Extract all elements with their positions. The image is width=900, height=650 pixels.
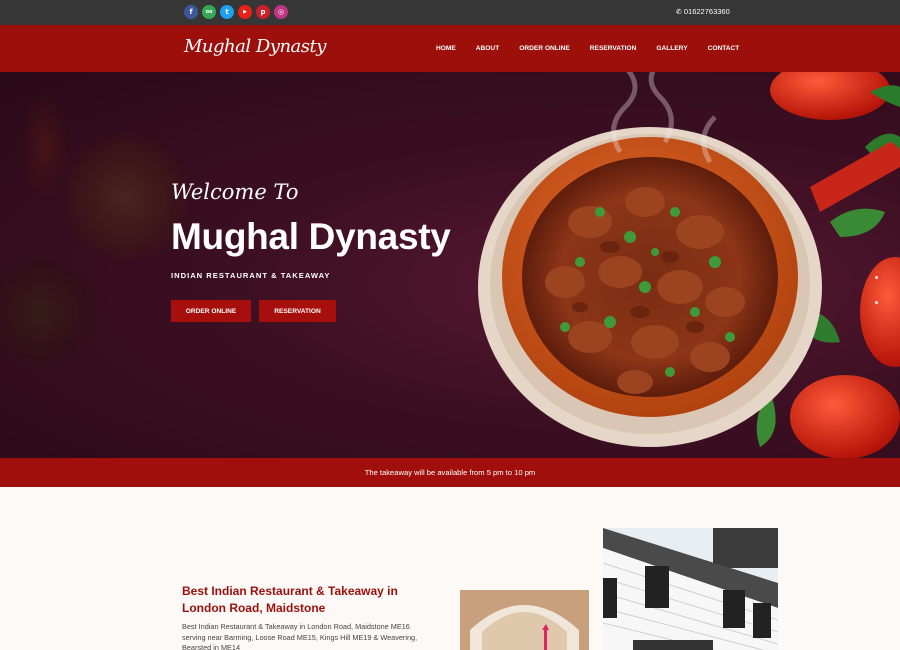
phone-text: 01622763360 <box>683 7 730 16</box>
nav-home[interactable]: HOME <box>436 45 456 52</box>
reservation-button[interactable]: RESERVATION <box>259 300 336 322</box>
nav-reservation[interactable]: RESERVATION <box>590 45 637 52</box>
curry-dish-image <box>478 72 900 458</box>
top-bar: f oo t ▶ p ◎ ✆ 01622763360 <box>0 0 900 25</box>
phone-number[interactable]: ✆ 01622763360 <box>676 7 730 16</box>
youtube-icon[interactable]: ▶ <box>238 5 252 19</box>
spice-decoration <box>0 252 100 372</box>
social-links: f oo t ▶ p ◎ <box>184 5 288 19</box>
hero-subtitle: INDIAN RESTAURANT & TAKEAWAY <box>171 271 331 280</box>
slider-dots <box>875 276 878 326</box>
nav-gallery[interactable]: GALLERY <box>656 45 687 52</box>
hero-welcome: Welcome To <box>171 180 299 204</box>
instagram-icon[interactable]: ◎ <box>274 5 288 19</box>
slider-dot[interactable] <box>875 276 878 279</box>
main-nav: HOME ABOUT ORDER ONLINE RESERVATION GALL… <box>436 45 739 52</box>
nav-about[interactable]: ABOUT <box>476 45 499 52</box>
restaurant-interior-image <box>460 590 589 650</box>
about-text: Best Indian Restaurant & Takeaway in Lon… <box>182 622 418 650</box>
nav-contact[interactable]: CONTACT <box>708 45 740 52</box>
hero-banner: Welcome To Mughal Dynasty INDIAN RESTAUR… <box>0 72 900 458</box>
main-navbar: Mughal Dynasty HOME ABOUT ORDER ONLINE R… <box>0 25 900 72</box>
hero-title: Mughal Dynasty <box>171 216 451 257</box>
facebook-icon[interactable]: f <box>184 5 198 19</box>
spice-decoration <box>20 92 70 202</box>
twitter-icon[interactable]: t <box>220 5 234 19</box>
slider-dot[interactable] <box>875 301 878 304</box>
pinterest-icon[interactable]: p <box>256 5 270 19</box>
tripadvisor-icon[interactable]: oo <box>202 5 216 19</box>
takeaway-notice: The takeaway will be available from 5 pm… <box>0 458 900 487</box>
restaurant-building-image <box>603 528 778 650</box>
order-online-button[interactable]: ORDER ONLINE <box>171 300 251 322</box>
site-logo[interactable]: Mughal Dynasty <box>184 36 326 57</box>
phone-icon: ✆ <box>676 8 682 16</box>
about-heading: Best Indian Restaurant & Takeaway in Lon… <box>182 584 398 615</box>
nav-order-online[interactable]: ORDER ONLINE <box>519 45 570 52</box>
